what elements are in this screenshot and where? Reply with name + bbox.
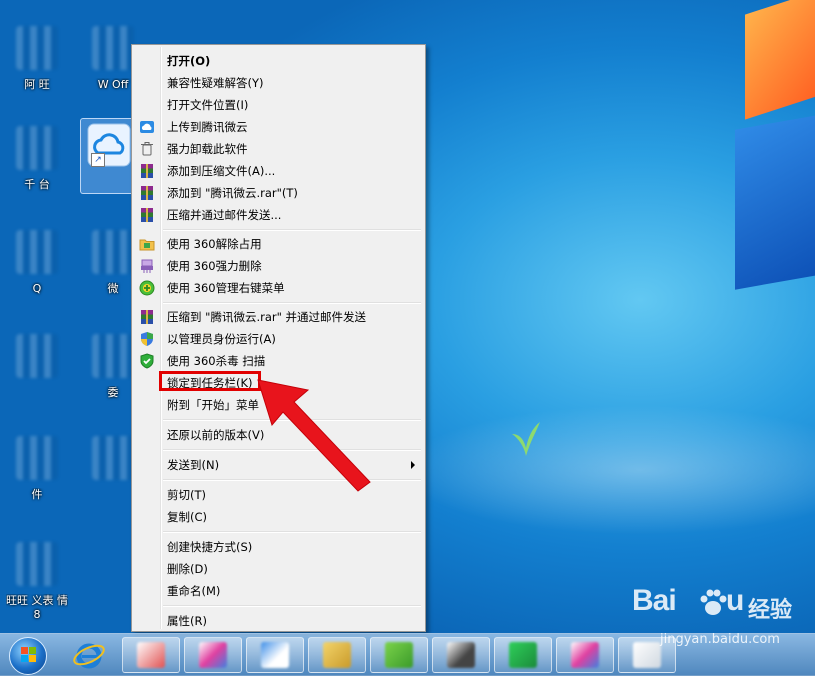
app-icon: [16, 230, 58, 274]
menu-item-rename[interactable]: 重命名(M): [134, 580, 423, 602]
desktop-icon[interactable]: 旺旺 义表 情 8: [2, 534, 72, 626]
menu-item-force-uninstall[interactable]: 强力卸载此软件: [134, 138, 423, 160]
menu-separator: [163, 605, 421, 607]
menu-item-delete[interactable]: 删除(D): [134, 558, 423, 580]
app-icon: [92, 334, 134, 378]
menu-item-360-force-delete[interactable]: 使用 360强力删除: [134, 255, 423, 277]
app-icon: [16, 126, 58, 170]
desktop-icon-label: 千 台: [24, 178, 50, 191]
desktop-icon-label: 件: [31, 488, 43, 501]
app-icon: [92, 436, 134, 480]
desktop-icon-label: 阿 旺: [24, 78, 50, 91]
menu-separator: [163, 229, 421, 231]
taskbar-app-button[interactable]: [246, 637, 304, 673]
windows-flag-icon: [21, 647, 37, 663]
app-icon: [92, 230, 134, 274]
leaf-icon: [512, 422, 540, 456]
red-arrow-icon: [257, 379, 371, 492]
cloud-icon: [139, 119, 155, 135]
baidu-jingyan-watermark: Bai u 经验 jingyan.baidu.com: [630, 582, 810, 652]
menu-item-compress-email[interactable]: 压缩并通过邮件发送...: [134, 204, 423, 226]
highlight-box: [159, 371, 261, 391]
taskbar-app-button[interactable]: [494, 637, 552, 673]
menu-item-add-to-archive[interactable]: 添加到压缩文件(A)...: [134, 160, 423, 182]
antivirus-icon: [139, 353, 155, 369]
taskbar-app-button[interactable]: [308, 637, 366, 673]
winrar-icon: [139, 207, 155, 223]
watermark-jingyan: 经验: [748, 598, 793, 623]
app-icon: [261, 642, 289, 668]
menu-item-360-unlock[interactable]: 使用 360解除占用: [134, 233, 423, 255]
watermark-brand-suffix: u: [726, 584, 745, 617]
desktop-icon[interactable]: 件: [2, 428, 72, 520]
app-icon: [571, 642, 599, 668]
desktop-icon-label: Q: [32, 282, 42, 295]
start-button[interactable]: [4, 636, 52, 675]
desktop-icon[interactable]: [2, 326, 72, 418]
menu-item-open[interactable]: 打开(O): [134, 50, 423, 72]
folder-icon: [139, 236, 155, 252]
taskbar-app-button[interactable]: [184, 637, 242, 673]
selected-desktop-icon[interactable]: ↗: [80, 118, 138, 194]
app-icon: [385, 642, 413, 668]
shortcut-arrow-icon: ↗: [91, 153, 105, 167]
plus-icon: [139, 280, 155, 296]
app-icon: [16, 436, 58, 480]
trash-icon: [139, 141, 155, 157]
wallpaper-logo-red: [745, 0, 815, 120]
winrar-icon: [139, 309, 155, 325]
app-icon: [92, 26, 134, 70]
folder-icon: [323, 642, 351, 668]
submenu-arrow-icon: [411, 461, 415, 469]
menu-item-properties[interactable]: 属性(R): [134, 610, 423, 632]
app-icon: [16, 26, 58, 70]
desktop-icon-label: [6, 386, 68, 416]
taskbar-app-button[interactable]: [122, 637, 180, 673]
shield-icon: [139, 331, 155, 347]
app-icon: [137, 642, 165, 668]
menu-item-add-to-rar[interactable]: 添加到 "腾讯微云.rar"(T): [134, 182, 423, 204]
desktop-icon[interactable]: 阿 旺: [2, 18, 72, 110]
menu-item-open-file-location[interactable]: 打开文件位置(I): [134, 94, 423, 116]
menu-item-create-shortcut[interactable]: 创建快捷方式(S): [134, 536, 423, 558]
watermark-brand: Bai: [632, 584, 677, 617]
baidu-paw-icon: [700, 589, 727, 615]
winrar-icon: [139, 185, 155, 201]
menu-separator: [163, 531, 421, 533]
watermark-url: jingyan.baidu.com: [660, 632, 780, 647]
app-icon: [199, 642, 227, 668]
desktop-icon[interactable]: 千 台: [2, 118, 72, 210]
wallpaper-logo-blue: [735, 110, 815, 290]
app-icon: [447, 642, 475, 668]
desktop-icon-label: 旺旺 义表 情 8: [6, 594, 68, 621]
context-menu: 打开(O) 兼容性疑难解答(Y) 打开文件位置(I) 上传到腾讯微云 强力卸载此…: [131, 44, 426, 632]
start-orb: [9, 637, 47, 675]
menu-item-compress-rar-email[interactable]: 压缩到 "腾讯微云.rar" 并通过邮件发送: [134, 306, 423, 328]
menu-item-compat-troubleshoot[interactable]: 兼容性疑难解答(Y): [134, 72, 423, 94]
app-icon: [16, 334, 58, 378]
app-icon: [509, 642, 537, 668]
wallpaper-glow: [380, 400, 815, 540]
desktop-icon[interactable]: Q: [2, 222, 72, 314]
shredder-icon: [139, 258, 155, 274]
menu-item-360-manage-menu[interactable]: 使用 360管理右键菜单: [134, 277, 423, 299]
winrar-icon: [139, 163, 155, 179]
ie-icon[interactable]: [72, 638, 106, 672]
menu-item-copy[interactable]: 复制(C): [134, 506, 423, 528]
app-icon: [16, 542, 58, 586]
menu-item-run-as-admin[interactable]: 以管理员身份运行(A): [134, 328, 423, 350]
taskbar-app-button[interactable]: [432, 637, 490, 673]
taskbar-app-button[interactable]: [370, 637, 428, 673]
taskbar-app-button[interactable]: [556, 637, 614, 673]
menu-item-360-antivirus-scan[interactable]: 使用 360杀毒 扫描: [134, 350, 423, 372]
menu-item-upload-weiyun[interactable]: 上传到腾讯微云: [134, 116, 423, 138]
menu-separator: [163, 302, 421, 304]
